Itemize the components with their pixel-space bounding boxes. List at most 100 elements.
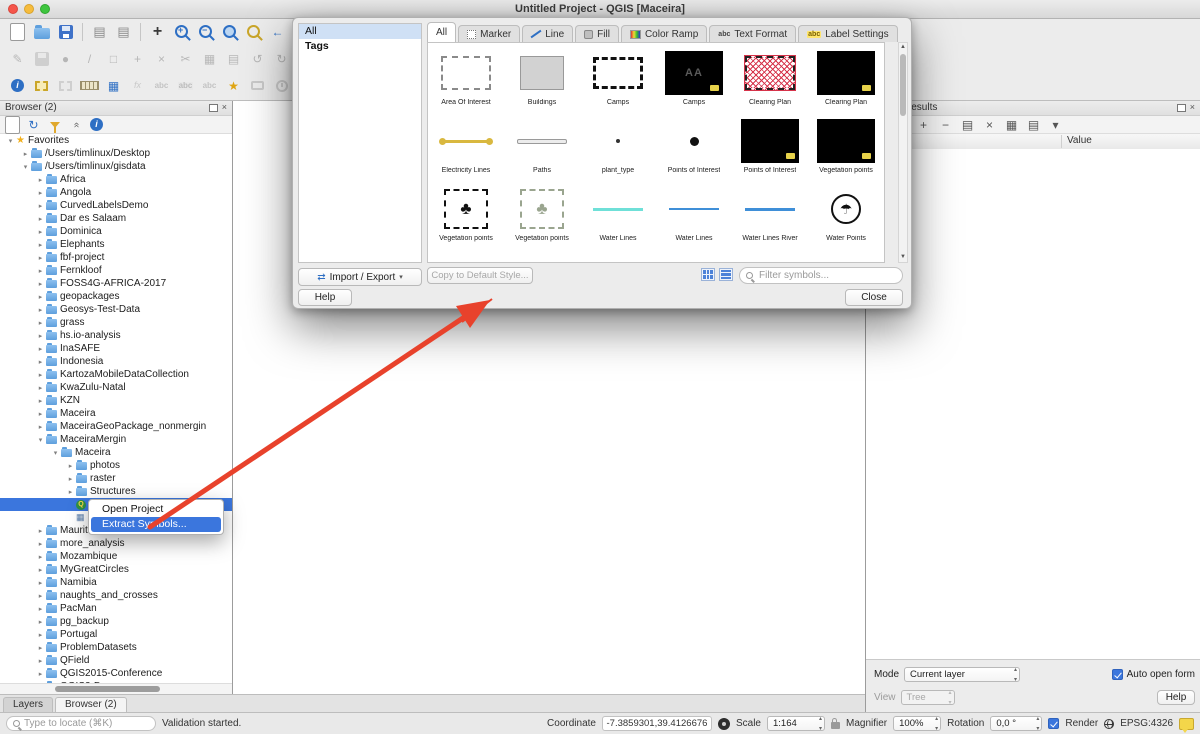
tree-expander-icon[interactable]: ▸ [20,150,31,158]
tree-item[interactable]: ▸grass [0,316,232,329]
tree-expander-icon[interactable]: ▸ [35,202,46,210]
tab-marker[interactable]: Marker [458,25,520,42]
coordinate-input[interactable]: -7.3859301,39.4126676 [602,716,712,731]
tree-expander-icon[interactable]: ▾ [5,137,16,145]
symbol-item[interactable]: Paths [504,119,580,174]
tree-item[interactable]: ▸Africa [0,173,232,186]
symbol-item[interactable]: Vegetation points [808,119,884,174]
zoom-to-selection-icon[interactable] [242,20,265,43]
tree-expander-icon[interactable]: ▸ [35,306,46,314]
tree-item[interactable]: ▸KwaZulu-Natal [0,381,232,394]
tree-expander-icon[interactable]: ▸ [35,631,46,639]
tree-expander-icon[interactable]: ▸ [35,605,46,613]
open-attribute-table-icon[interactable]: ▦ [102,74,125,97]
symbol-item[interactable]: AACamps [656,51,732,106]
tree-item[interactable]: ▸KZN [0,394,232,407]
tree-item[interactable]: ▸Angola [0,186,232,199]
tree-expander-icon[interactable]: ▸ [35,228,46,236]
identify-features-icon[interactable]: i [6,74,29,97]
tree-expander-icon[interactable]: ▾ [20,163,31,171]
tree-item[interactable]: ▸raster [0,472,232,485]
tree-expander-icon[interactable]: ▸ [35,358,46,366]
expand-tree-icon[interactable]: + [916,117,931,132]
sidebar-item[interactable]: Tags [299,39,421,54]
extent-tracker-icon[interactable] [718,718,730,730]
tree-item[interactable]: ▸FOSS4G-AFRICA-2017 [0,277,232,290]
tree-item[interactable]: ▸hs.io-analysis [0,329,232,342]
tree-expander-icon[interactable]: ▸ [35,293,46,301]
tab-all[interactable]: All [427,22,456,42]
symbol-item[interactable]: ♣Vegetation points [504,187,580,242]
tree-item[interactable]: ▸Dominica [0,225,232,238]
tree-expander-icon[interactable]: ▸ [35,345,46,353]
symbol-item[interactable]: Points of Interest [656,119,732,174]
tree-item[interactable]: ▸naughts_and_crosses [0,589,232,602]
tree-expander-icon[interactable]: ▸ [35,527,46,535]
tree-expander-icon[interactable]: ▸ [35,189,46,197]
scroll-up-icon[interactable]: ▲ [899,43,907,52]
symbol-item[interactable]: Water Lines [656,187,732,242]
import-export-button[interactable]: ⇄ Import / Export ▾ [298,268,422,286]
context-menu-item[interactable]: Open Project [91,502,221,517]
tree-item[interactable]: ▸Geosys-Test-Data [0,303,232,316]
context-menu-item[interactable]: Extract Symbols... [91,517,221,532]
symbol-item[interactable]: Clearing Plan [732,51,808,106]
collapse-all-icon[interactable]: « [68,117,83,132]
bottom-tab-layers[interactable]: Layers [3,697,53,712]
messages-icon[interactable] [1179,718,1194,730]
tree-item[interactable]: ▸PacMan [0,602,232,615]
tree-item[interactable]: ▸Namibia [0,576,232,589]
new-project-icon[interactable] [6,20,29,43]
pan-map-icon[interactable]: + [146,20,169,43]
copy-feature-icon[interactable]: ▦ [1004,117,1019,132]
browser-horizontal-scrollbar[interactable] [0,683,232,694]
magnifier-spinner[interactable]: 100% [893,716,941,731]
tree-item[interactable]: ▸Structures [0,485,232,498]
results-help-button[interactable]: Help [1157,690,1195,705]
filter-browser-icon[interactable] [47,117,62,132]
tree-expander-icon[interactable]: ▸ [35,215,46,223]
tree-item[interactable]: ▾Maceira [0,446,232,459]
auto-open-form-checkbox[interactable] [1112,669,1123,680]
tree-item[interactable]: ▸Fernkloof [0,264,232,277]
symbol-scrollbar[interactable]: ▲ ▼ [898,42,908,263]
tree-expander-icon[interactable]: ▸ [35,618,46,626]
symbol-item[interactable]: Water Lines River [732,187,808,242]
add-selected-layers-icon[interactable] [5,117,20,132]
tree-expander-icon[interactable]: ▸ [65,462,76,470]
tree-item[interactable]: ▸Dar es Salaam [0,212,232,225]
rotation-spinner[interactable]: 0,0 ° [990,716,1042,731]
tree-expander-icon[interactable]: ▸ [35,267,46,275]
tree-expander-icon[interactable]: ▸ [65,475,76,483]
zoom-last-icon[interactable]: ← [266,20,289,43]
zoom-out-icon[interactable] [194,20,217,43]
symbol-item[interactable]: Camps [580,51,656,106]
tree-item[interactable]: ▸MaceiraGeoPackage_nonmergin [0,420,232,433]
scrollbar-thumb[interactable] [900,54,906,116]
filter-symbols-input[interactable] [757,269,881,282]
symbol-item[interactable]: ☂Water Points [808,187,884,242]
render-checkbox[interactable] [1048,718,1059,729]
tree-item[interactable]: ▾MaceiraMergin [0,433,232,446]
clear-results-icon[interactable]: × [982,117,997,132]
sidebar-item[interactable]: All [299,24,421,39]
tree-item[interactable]: ▸QGIS2015-Conference [0,667,232,680]
tab-text-format[interactable]: Text Format [709,25,796,42]
float-panel-icon[interactable] [209,104,218,112]
tree-expander-icon[interactable]: ▸ [35,332,46,340]
tree-item[interactable]: ▸MyGreatCircles [0,563,232,576]
tree-expander-icon[interactable]: ▸ [35,384,46,392]
tree-item[interactable]: ▸geopackages [0,290,232,303]
symbol-item[interactable]: plant_type [580,119,656,174]
close-panel-icon[interactable]: × [1190,103,1195,112]
tree-item[interactable]: ▾★Favorites [0,134,232,147]
scrollbar-thumb[interactable] [55,686,160,692]
tab-line[interactable]: Line [522,25,573,42]
list-view-button[interactable] [719,268,733,281]
tree-item[interactable]: ▸CurvedLabelsDemo [0,199,232,212]
tree-item[interactable]: ▸Indonesia [0,355,232,368]
symbol-item[interactable]: Water Lines [580,187,656,242]
zoom-full-icon[interactable] [218,20,241,43]
tree-expander-icon[interactable]: ▸ [35,553,46,561]
tree-expander-icon[interactable]: ▸ [35,254,46,262]
